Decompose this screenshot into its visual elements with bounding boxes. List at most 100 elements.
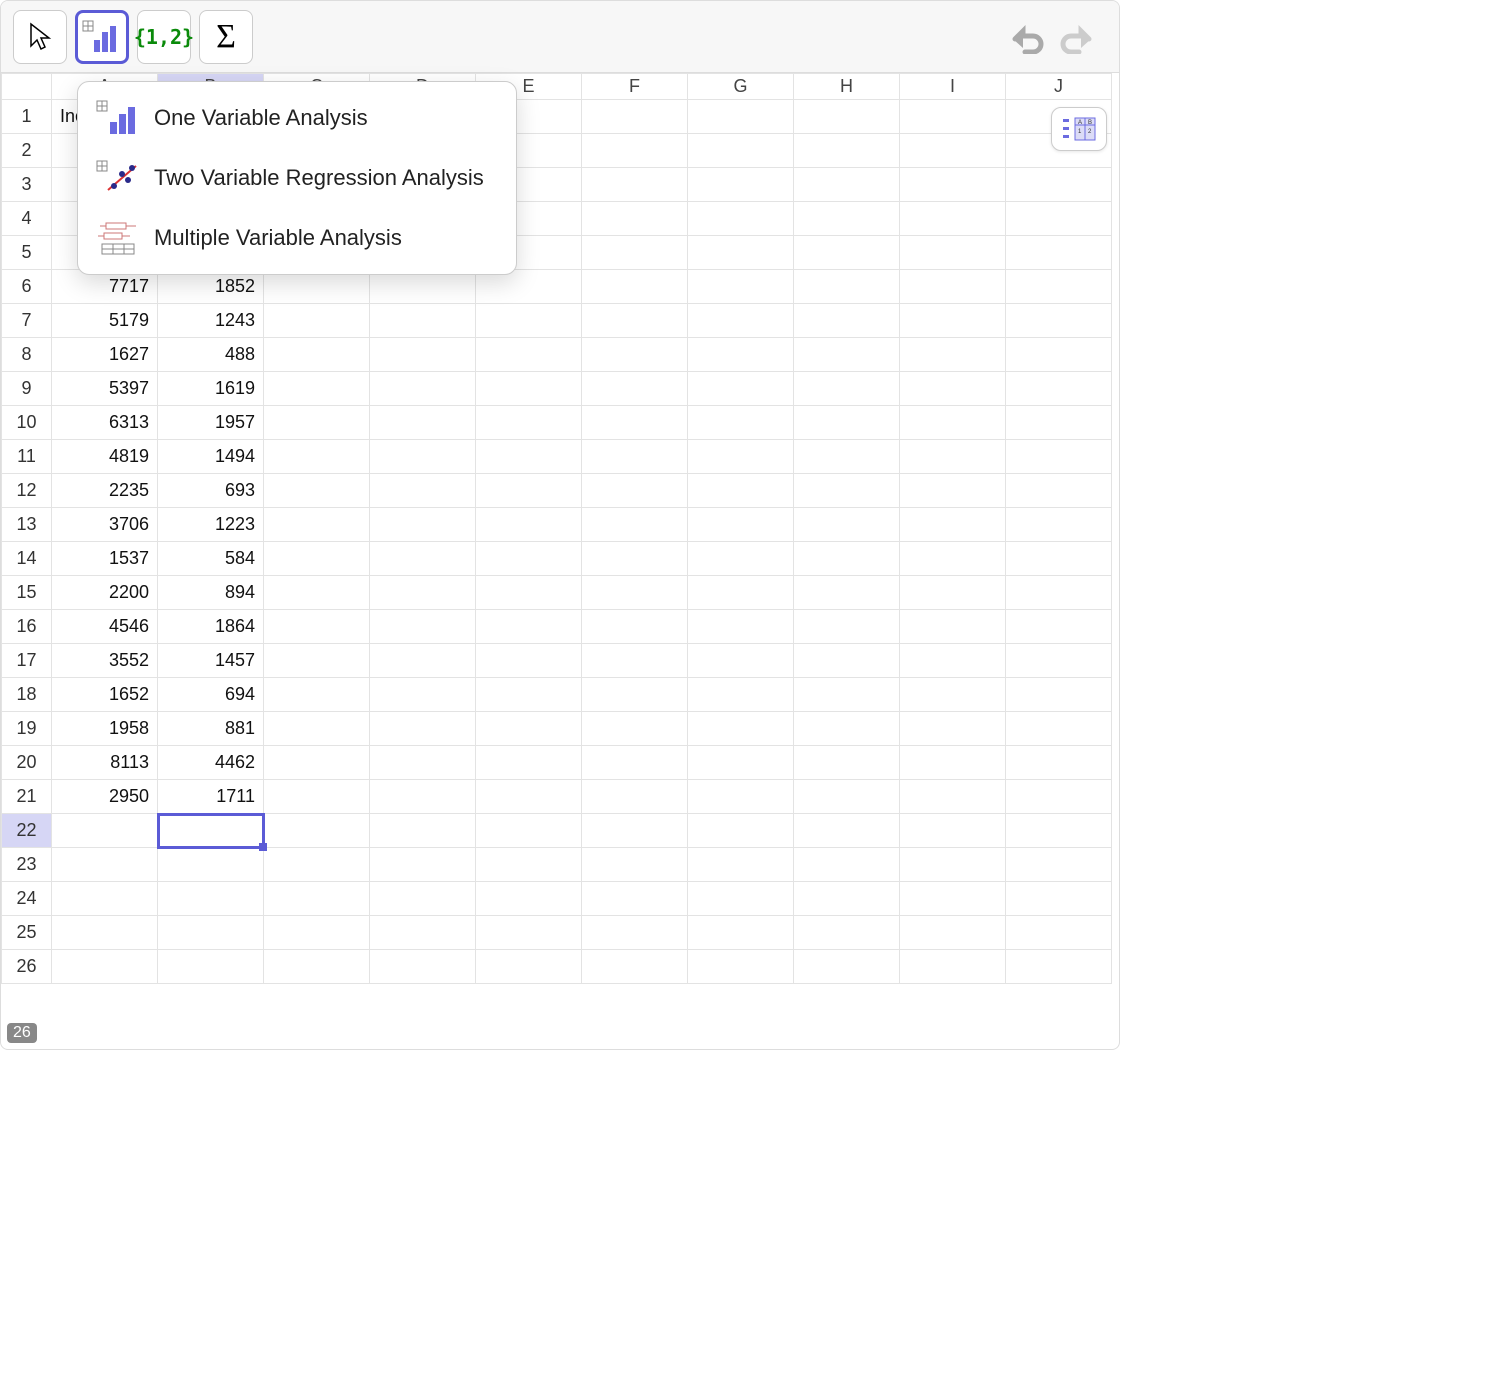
- sum-tool-button[interactable]: Σ: [199, 10, 253, 64]
- cell[interactable]: [900, 542, 1006, 576]
- cell[interactable]: [370, 610, 476, 644]
- cell[interactable]: 1619: [158, 372, 264, 406]
- cell[interactable]: 881: [158, 712, 264, 746]
- cell[interactable]: 1652: [52, 678, 158, 712]
- menu-item-one-variable[interactable]: One Variable Analysis: [78, 88, 516, 148]
- cell[interactable]: [476, 644, 582, 678]
- cell[interactable]: [476, 542, 582, 576]
- cell[interactable]: [264, 338, 370, 372]
- cell[interactable]: [1006, 236, 1112, 270]
- cell[interactable]: [1006, 440, 1112, 474]
- cell[interactable]: [794, 406, 900, 440]
- cell[interactable]: [900, 746, 1006, 780]
- cell[interactable]: [794, 950, 900, 984]
- cell[interactable]: [582, 950, 688, 984]
- cell[interactable]: [370, 814, 476, 848]
- cell[interactable]: [476, 474, 582, 508]
- row-header[interactable]: 4: [2, 202, 52, 236]
- cell[interactable]: [794, 542, 900, 576]
- cell[interactable]: [794, 678, 900, 712]
- redo-button[interactable]: [1055, 19, 1103, 59]
- cell[interactable]: 4462: [158, 746, 264, 780]
- cell[interactable]: [476, 712, 582, 746]
- cell[interactable]: 3552: [52, 644, 158, 678]
- cell[interactable]: [158, 814, 264, 848]
- cell[interactable]: [264, 508, 370, 542]
- cell[interactable]: [900, 134, 1006, 168]
- cell[interactable]: [52, 814, 158, 848]
- cell[interactable]: [900, 440, 1006, 474]
- menu-item-two-variable[interactable]: Two Variable Regression Analysis: [78, 148, 516, 208]
- cell[interactable]: [688, 440, 794, 474]
- cell[interactable]: [688, 712, 794, 746]
- cell[interactable]: 2950: [52, 780, 158, 814]
- cell[interactable]: [900, 474, 1006, 508]
- row-header[interactable]: 5: [2, 236, 52, 270]
- row-header[interactable]: 23: [2, 848, 52, 882]
- cell[interactable]: [370, 508, 476, 542]
- cell[interactable]: [1006, 678, 1112, 712]
- cell[interactable]: [476, 780, 582, 814]
- data-analysis-button[interactable]: [75, 10, 129, 64]
- cell[interactable]: 2235: [52, 474, 158, 508]
- cell[interactable]: [582, 474, 688, 508]
- cell[interactable]: [264, 746, 370, 780]
- cell[interactable]: [476, 406, 582, 440]
- cell[interactable]: [900, 372, 1006, 406]
- cell[interactable]: [900, 508, 1006, 542]
- cell[interactable]: 8113: [52, 746, 158, 780]
- cell[interactable]: 1958: [52, 712, 158, 746]
- pointer-tool-button[interactable]: [13, 10, 67, 64]
- row-header[interactable]: 13: [2, 508, 52, 542]
- cell[interactable]: [582, 338, 688, 372]
- cell[interactable]: 584: [158, 542, 264, 576]
- cell[interactable]: [1006, 576, 1112, 610]
- cell[interactable]: [688, 882, 794, 916]
- cell[interactable]: [688, 406, 794, 440]
- cell[interactable]: [1006, 950, 1112, 984]
- cell[interactable]: [688, 474, 794, 508]
- cell[interactable]: [582, 236, 688, 270]
- cell[interactable]: [370, 780, 476, 814]
- cell[interactable]: [370, 712, 476, 746]
- cell[interactable]: [1006, 508, 1112, 542]
- cell[interactable]: [264, 542, 370, 576]
- cell[interactable]: [900, 270, 1006, 304]
- cell[interactable]: [264, 950, 370, 984]
- cell[interactable]: [158, 882, 264, 916]
- cell[interactable]: [688, 950, 794, 984]
- cell[interactable]: [264, 474, 370, 508]
- cell[interactable]: [794, 168, 900, 202]
- cell[interactable]: [582, 304, 688, 338]
- cell[interactable]: 1494: [158, 440, 264, 474]
- cell[interactable]: [794, 100, 900, 134]
- cell[interactable]: [1006, 610, 1112, 644]
- row-header[interactable]: 14: [2, 542, 52, 576]
- cell[interactable]: [370, 746, 476, 780]
- cell[interactable]: [688, 814, 794, 848]
- cell[interactable]: [476, 814, 582, 848]
- cell[interactable]: [1006, 848, 1112, 882]
- row-header[interactable]: 25: [2, 916, 52, 950]
- cell[interactable]: 1243: [158, 304, 264, 338]
- cell[interactable]: [582, 644, 688, 678]
- cell[interactable]: [264, 712, 370, 746]
- cell[interactable]: 1864: [158, 610, 264, 644]
- cell[interactable]: [582, 202, 688, 236]
- column-header-F[interactable]: F: [582, 74, 688, 100]
- cell[interactable]: [688, 134, 794, 168]
- row-header[interactable]: 10: [2, 406, 52, 440]
- cell[interactable]: [476, 440, 582, 474]
- cell[interactable]: [794, 372, 900, 406]
- undo-button[interactable]: [1001, 19, 1049, 59]
- cell[interactable]: [582, 780, 688, 814]
- cell[interactable]: [264, 610, 370, 644]
- cell[interactable]: [264, 576, 370, 610]
- cell[interactable]: [1006, 168, 1112, 202]
- cell[interactable]: [1006, 270, 1112, 304]
- row-header[interactable]: 24: [2, 882, 52, 916]
- cell[interactable]: 4819: [52, 440, 158, 474]
- cell[interactable]: 1537: [52, 542, 158, 576]
- cell[interactable]: [900, 848, 1006, 882]
- cell[interactable]: [476, 304, 582, 338]
